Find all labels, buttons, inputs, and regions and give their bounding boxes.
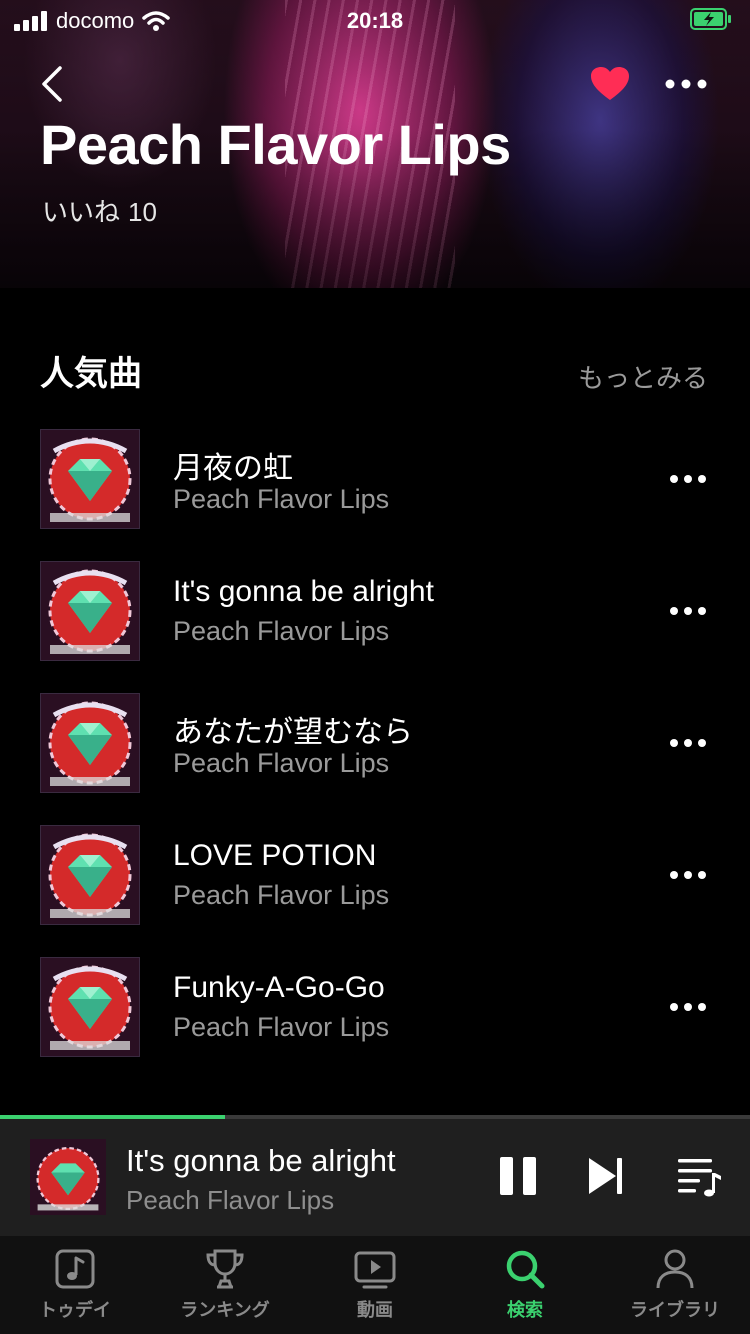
tab-label: トゥデイ: [39, 1300, 111, 1320]
tab-today[interactable]: トゥデイ: [0, 1236, 150, 1334]
track-row[interactable]: 月夜の虹 Peach Flavor Lips: [0, 429, 750, 529]
tab-ranking[interactable]: ランキング: [150, 1236, 300, 1334]
track-artist: Peach Flavor Lips: [173, 1012, 390, 1042]
tab-video[interactable]: 動画: [300, 1236, 450, 1334]
likes-count: いいね 10: [42, 192, 157, 229]
track-artwork: [40, 825, 140, 925]
video-icon: [354, 1251, 396, 1289]
likes-label: いいね: [42, 197, 121, 227]
tab-bar: トゥデイ ランキング 動画 検索 ライブラリ: [0, 1236, 750, 1334]
battery-icon: [690, 8, 731, 30]
track-artist: Peach Flavor Lips: [173, 748, 390, 778]
status-time: 20:18: [346, 8, 404, 33]
progress-fill: [0, 1115, 225, 1119]
more-icon[interactable]: [668, 473, 708, 485]
player-title: It's gonna be alright: [126, 1143, 396, 1178]
search-icon: [506, 1250, 545, 1289]
more-icon[interactable]: [668, 737, 708, 749]
next-track-icon[interactable]: [586, 1155, 626, 1197]
track-title: 月夜の虹: [173, 452, 293, 485]
track-artist: Peach Flavor Lips: [173, 616, 390, 646]
artist-name: Peach Flavor Lips: [40, 113, 511, 176]
track-artwork: [40, 693, 140, 793]
status-bar: docomo 20:18: [0, 0, 750, 40]
mini-player[interactable]: It's gonna be alright Peach Flavor Lips: [0, 1115, 750, 1236]
track-row[interactable]: It's gonna be alright Peach Flavor Lips: [0, 561, 750, 661]
more-icon[interactable]: [668, 869, 708, 881]
queue-icon[interactable]: [676, 1155, 722, 1197]
progress-bar[interactable]: [0, 1115, 750, 1119]
track-artwork: [40, 561, 140, 661]
player-artist: Peach Flavor Lips: [126, 1185, 335, 1215]
trophy-icon: [206, 1249, 244, 1289]
track-title: Funky-A-Go-Go: [173, 971, 385, 1004]
person-icon: [656, 1249, 694, 1289]
heart-icon[interactable]: [590, 66, 630, 102]
track-title: LOVE POTION: [173, 839, 377, 872]
music-note-icon: [55, 1249, 95, 1289]
track-title: あなたが望むなら: [173, 716, 413, 749]
tab-label: ライブラリ: [630, 1300, 720, 1320]
more-icon[interactable]: [664, 78, 708, 90]
track-row[interactable]: LOVE POTION Peach Flavor Lips: [0, 825, 750, 925]
tab-label: 動画: [357, 1300, 393, 1320]
tab-search[interactable]: 検索: [450, 1236, 600, 1334]
more-icon[interactable]: [668, 1001, 708, 1013]
track-artwork: [40, 429, 140, 529]
pause-icon[interactable]: [498, 1155, 538, 1197]
likes-number: 10: [128, 197, 157, 227]
tab-label: ランキング: [180, 1300, 270, 1320]
tab-label: 検索: [507, 1300, 543, 1320]
track-row[interactable]: Funky-A-Go-Go Peach Flavor Lips: [0, 957, 750, 1057]
player-artwork: [30, 1139, 106, 1215]
track-title: It's gonna be alright: [173, 575, 434, 608]
more-icon[interactable]: [668, 605, 708, 617]
back-icon[interactable]: [36, 64, 72, 104]
track-artwork: [40, 957, 140, 1057]
track-artist: Peach Flavor Lips: [173, 880, 390, 910]
section-title-popular: 人気曲: [40, 355, 142, 393]
track-artist: Peach Flavor Lips: [173, 484, 390, 514]
see-more-link[interactable]: もっとみる: [578, 358, 708, 395]
tab-library[interactable]: ライブラリ: [600, 1236, 750, 1334]
track-row[interactable]: あなたが望むなら Peach Flavor Lips: [0, 693, 750, 793]
